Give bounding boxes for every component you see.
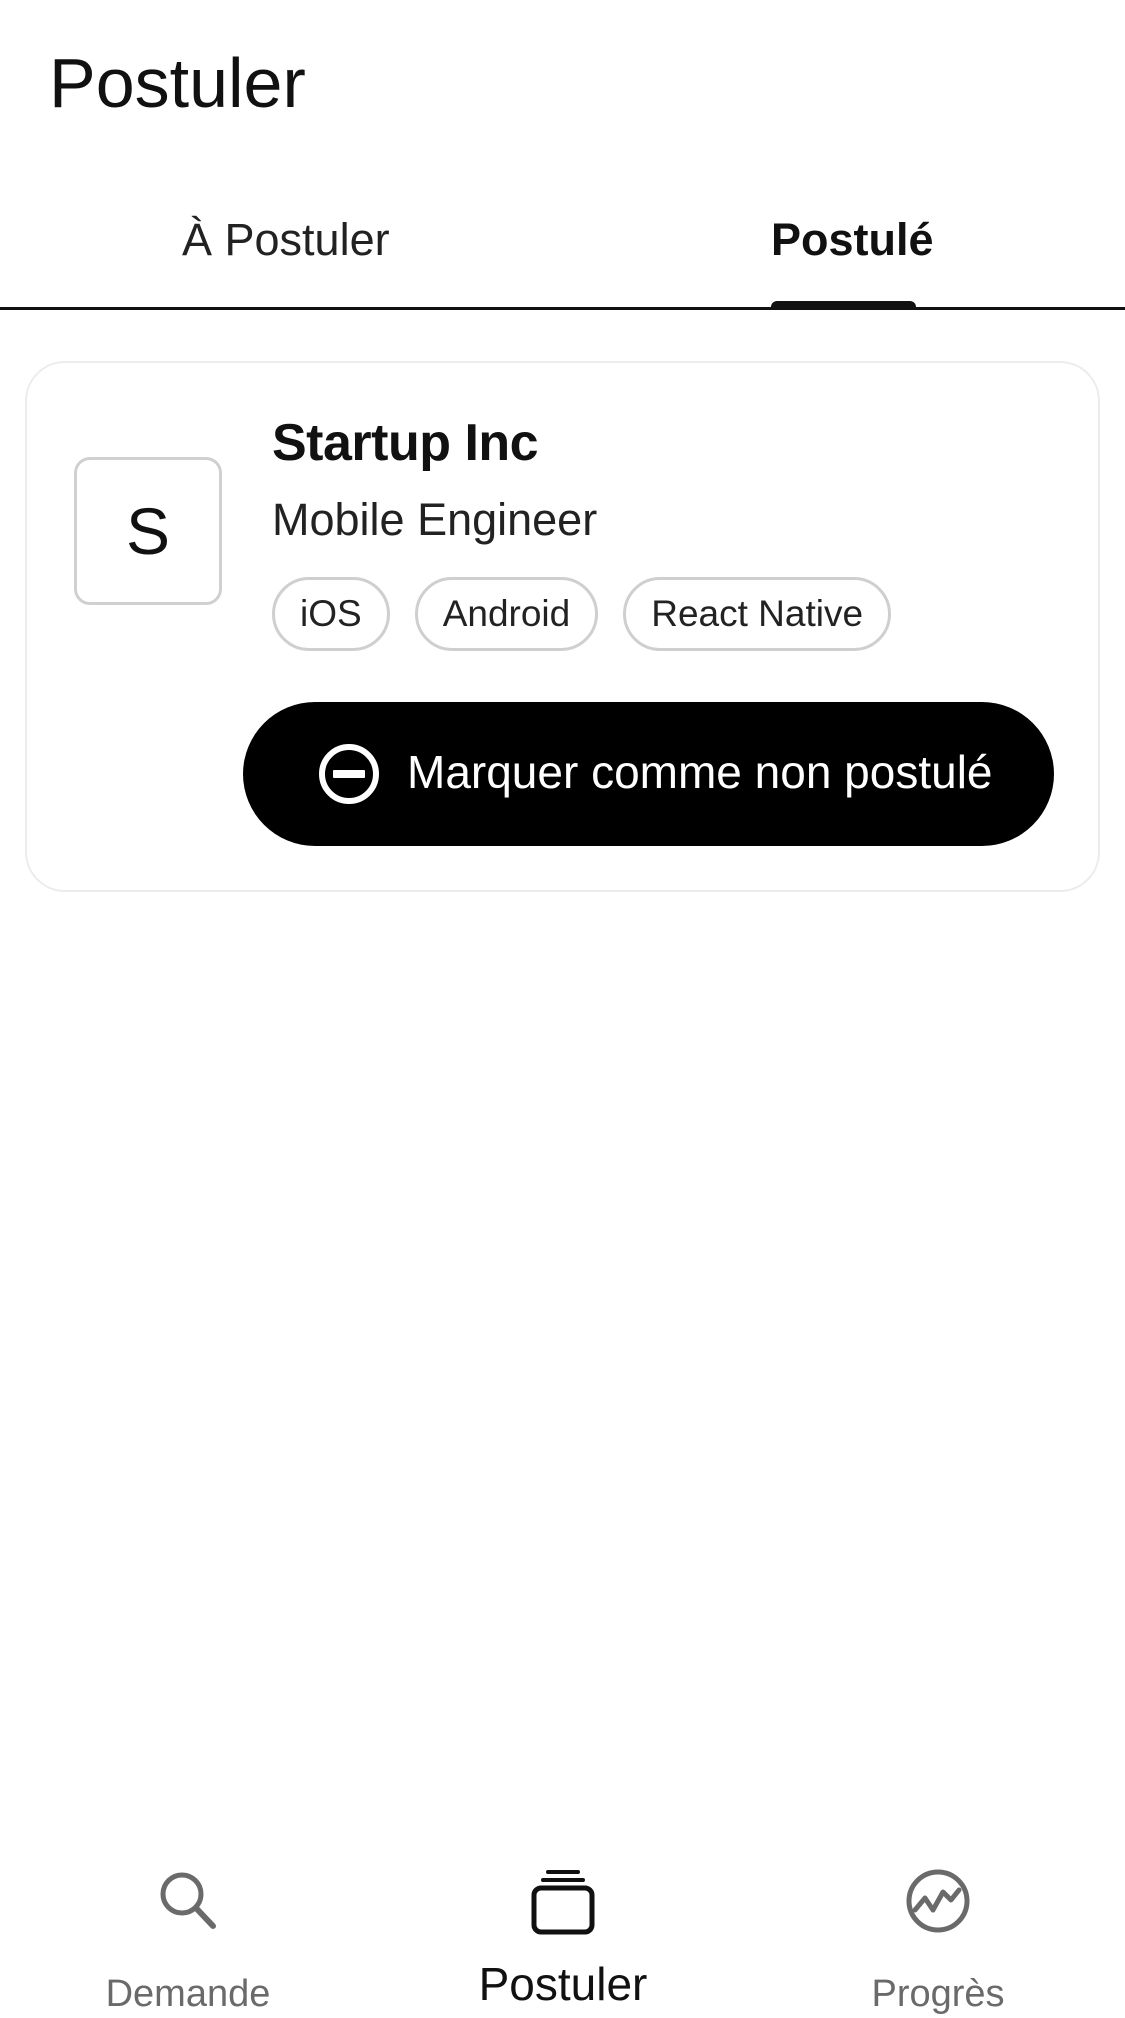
tag-react-native: React Native: [623, 577, 892, 651]
tag-ios: iOS: [272, 577, 390, 651]
tab-a-postuler[interactable]: À Postuler: [182, 210, 390, 270]
tab-bar: À Postuler Postulé: [0, 190, 1125, 310]
stack-icon: [531, 1870, 595, 1935]
job-card[interactable]: S Startup Inc Mobile Engineer iOS Androi…: [25, 361, 1100, 892]
nav-label-progres: Progrès: [871, 1973, 1005, 2015]
tag-list: iOS Android React Native: [272, 577, 892, 651]
company-name: Startup Inc: [272, 414, 539, 472]
nav-item-progres[interactable]: Progrès: [788, 1840, 1088, 2016]
nav-item-demande[interactable]: Demande: [38, 1840, 338, 2016]
mark-not-applied-button[interactable]: Marquer comme non postulé: [243, 702, 1054, 846]
job-role: Mobile Engineer: [272, 494, 598, 545]
tag-android: Android: [414, 577, 599, 651]
minus-circle-icon: [319, 744, 379, 804]
nav-item-postuler[interactable]: Postuler: [413, 1840, 713, 2016]
search-icon: [160, 1872, 216, 1929]
active-tab-indicator: [771, 301, 916, 310]
nav-label-postuler: Postuler: [478, 1958, 648, 2010]
nav-label-demande: Demande: [105, 1973, 271, 2015]
tab-postule[interactable]: Postulé: [771, 210, 934, 270]
page-title: Postuler: [49, 44, 306, 122]
mark-not-applied-label: Marquer comme non postulé: [407, 746, 993, 798]
bottom-navigation: Demande Postuler Progrès: [0, 1840, 1125, 2016]
company-logo: S: [74, 457, 222, 605]
progress-icon: [906, 1869, 970, 1933]
